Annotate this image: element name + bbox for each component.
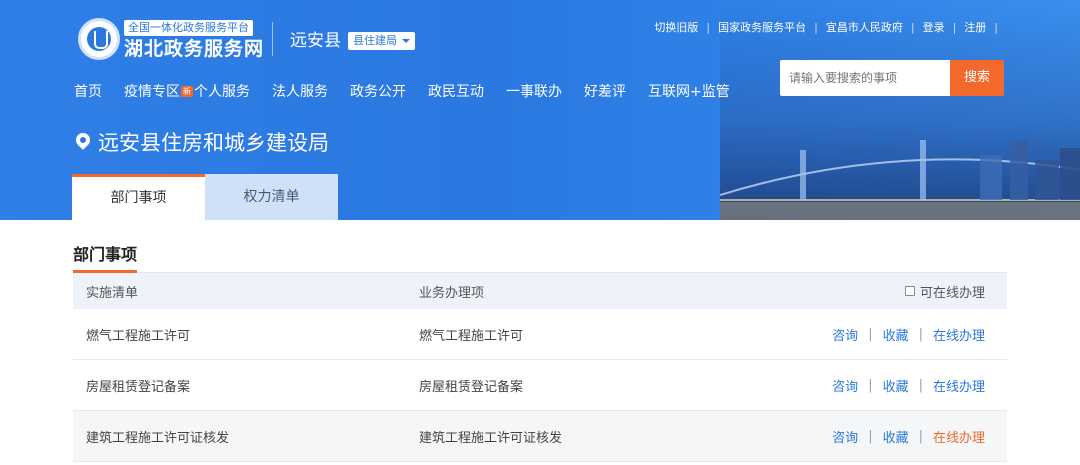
- nav-review[interactable]: 好差评: [584, 82, 626, 102]
- header-banner: 全国一体化政务服务平台 湖北政务服务网 远安县 县住建局 切换旧版 | 国家政务…: [0, 0, 1080, 220]
- online-apply-link[interactable]: 在线办理: [933, 376, 985, 395]
- action-separator: |: [918, 428, 923, 444]
- link-separator: |: [952, 20, 957, 34]
- county-department-select[interactable]: 县住建局: [348, 32, 415, 50]
- link-separator: |: [814, 20, 818, 34]
- national-platform-link[interactable]: 国家政务服务平台: [718, 19, 806, 35]
- city-bridge-illustration: [720, 140, 1080, 220]
- favorite-link[interactable]: 收藏: [883, 376, 909, 395]
- favorite-link[interactable]: 收藏: [883, 427, 909, 446]
- online-apply-link[interactable]: 在线办理: [933, 427, 985, 446]
- row-actions: 咨询 | 收藏 | 在线办理: [799, 325, 1007, 344]
- nav-personal[interactable]: 个人服务: [194, 82, 250, 102]
- table-row: 建筑工程施工许可证核发 建筑工程施工许可证核发 咨询 | 收藏 | 在线办理: [73, 411, 1007, 462]
- location-pin-icon: [74, 131, 92, 155]
- column-business-item: 业务办理项: [419, 285, 485, 301]
- platform-emblem-icon: [78, 18, 120, 60]
- login-link[interactable]: 登录: [923, 19, 945, 35]
- row-actions: 咨询 | 收藏 | 在线办理: [799, 376, 1007, 395]
- new-badge: 新: [181, 86, 193, 97]
- action-separator: |: [868, 326, 873, 342]
- chevron-down-icon: [402, 39, 410, 43]
- consult-link[interactable]: 咨询: [832, 325, 858, 344]
- action-separator: |: [918, 326, 923, 342]
- platform-title[interactable]: 湖北政务服务网: [124, 38, 264, 60]
- business-item-name[interactable]: 房屋租赁登记备案: [419, 376, 799, 395]
- nav-legal[interactable]: 法人服务: [272, 82, 328, 102]
- nav-home[interactable]: 首页: [74, 82, 102, 102]
- logo-divider: [272, 22, 273, 56]
- business-item-name[interactable]: 燃气工程施工许可: [419, 325, 799, 344]
- action-separator: |: [868, 377, 873, 393]
- favorite-link[interactable]: 收藏: [883, 325, 909, 344]
- department-name: 远安县住房和城乡建设局: [98, 131, 329, 155]
- online-filter-label: 可在线办理: [919, 285, 985, 301]
- row-actions: 咨询 | 收藏 | 在线办理: [799, 427, 1007, 446]
- tab-power-list[interactable]: 权力清单: [205, 174, 338, 220]
- switch-old-version-link[interactable]: 切换旧版: [654, 19, 698, 35]
- platform-subtitle: 全国一体化政务服务平台: [124, 20, 253, 36]
- action-separator: |: [868, 428, 873, 444]
- section-title: 部门事项: [73, 245, 138, 264]
- table-row: 房屋租赁登记备案 房屋租赁登记备案 咨询 | 收藏 | 在线办理: [73, 360, 1007, 411]
- table-row: 燃气工程施工许可 燃气工程施工许可 咨询 | 收藏 | 在线办理: [73, 309, 1007, 360]
- department-header: 远安县住房和城乡建设局: [74, 130, 329, 156]
- nav-one-thing[interactable]: 一事联办: [506, 82, 562, 102]
- impl-item-name[interactable]: 燃气工程施工许可: [73, 325, 419, 344]
- nav-gov-open[interactable]: 政务公开: [350, 82, 406, 102]
- action-separator: |: [918, 377, 923, 393]
- nav-interaction[interactable]: 政民互动: [428, 82, 484, 102]
- search-button[interactable]: 搜索: [950, 60, 1004, 96]
- main-nav: 首页 疫情专区新 个人服务 法人服务 政务公开 政民互动 一事联办 好差评 互联…: [74, 82, 752, 102]
- impl-item-name[interactable]: 建筑工程施工许可证核发: [73, 427, 419, 446]
- consult-link[interactable]: 咨询: [832, 376, 858, 395]
- tab-department-items[interactable]: 部门事项: [72, 174, 205, 220]
- items-table: 实施清单 业务办理项 可在线办理 燃气工程施工许可 燃气工程施工许可 咨询 | …: [73, 273, 1007, 462]
- register-link[interactable]: 注册: [964, 19, 986, 35]
- county-name: 远安县: [290, 31, 341, 51]
- nav-internet[interactable]: 互联网+监管: [648, 82, 730, 102]
- table-header: 实施清单 业务办理项 可在线办理: [73, 273, 1007, 309]
- county-select-label: 县住建局: [353, 34, 397, 47]
- yichang-gov-link[interactable]: 宜昌市人民政府: [826, 19, 903, 35]
- nav-epidemic-label: 疫情专区: [124, 84, 180, 100]
- online-apply-link[interactable]: 在线办理: [933, 325, 985, 344]
- impl-item-name[interactable]: 房屋租赁登记备案: [73, 376, 419, 395]
- online-filter[interactable]: 可在线办理: [799, 282, 1007, 301]
- top-links: 切换旧版 | 国家政务服务平台 | 宜昌市人民政府 | 登录 | 注册 |: [654, 19, 1006, 35]
- department-tabs: 部门事项 权力清单: [72, 174, 338, 220]
- search-input[interactable]: [780, 60, 950, 96]
- link-separator: |: [994, 20, 998, 34]
- nav-epidemic[interactable]: 疫情专区新: [124, 82, 194, 102]
- online-filter-checkbox[interactable]: [904, 286, 915, 296]
- column-impl-list: 实施清单: [86, 285, 139, 301]
- link-separator: |: [910, 20, 915, 34]
- business-item-name[interactable]: 建筑工程施工许可证核发: [419, 427, 799, 446]
- link-separator: |: [706, 20, 711, 34]
- consult-link[interactable]: 咨询: [832, 427, 858, 446]
